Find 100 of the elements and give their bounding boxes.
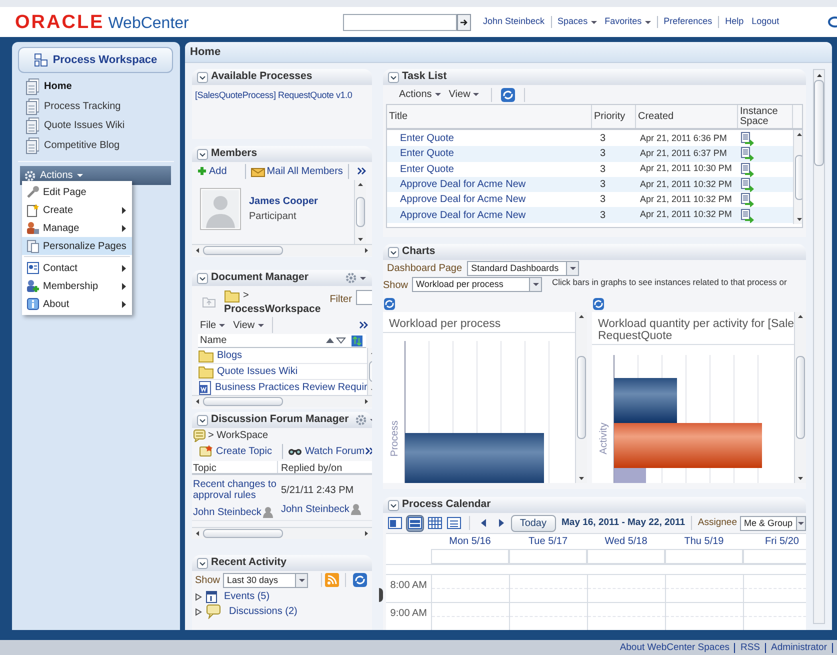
table-cell-text: Apr 21, 2011 10:30 PM	[640, 162, 732, 176]
task-link[interactable]: Enter Quote	[400, 133, 454, 144]
product-name: WebCenter	[108, 16, 189, 32]
folder-path: ProcessWorkspace	[224, 303, 321, 315]
chart-hint: Click bars in graphs to see instances related to that process or	[552, 277, 788, 287]
portlet-title: Members	[211, 146, 258, 162]
nav-link[interactable]: Preferences	[660, 15, 716, 29]
day-header[interactable]: Thu 5/19	[665, 534, 743, 549]
chart-title: Workload per process	[389, 318, 502, 330]
column-header[interactable]: Topic	[192, 460, 278, 473]
footer-link[interactable]: Administrator	[766, 642, 833, 652]
nav-link[interactable]: Help	[721, 15, 748, 29]
file-row[interactable]: Quote Issues Wiki	[198, 364, 368, 380]
table-row[interactable]: Approve Deal for Acme New 3 Apr 21, 2011 10:32 PM	[387, 207, 793, 223]
menu-item[interactable]: Edit Page	[22, 183, 132, 201]
dropdown-field[interactable]: Workload per process	[412, 277, 542, 292]
table-cell-text: 3	[599, 178, 607, 192]
topic-link[interactable]: Recent changes to approval rules	[193, 478, 278, 501]
table-cell-text: Apr 21, 2011 10:32 PM	[640, 193, 732, 206]
brand-logo-text: ORACLE	[15, 12, 104, 32]
task-link[interactable]: Approve Deal for Acme New	[400, 194, 526, 206]
axis-label: Process	[388, 420, 402, 456]
page-title: Home	[190, 44, 221, 60]
column-header[interactable]: Title	[387, 105, 592, 128]
nav-menu[interactable]: Favorites	[600, 15, 655, 29]
table-cell-text: Apr 21, 2011 10:32 PM	[640, 178, 732, 191]
menu-item[interactable]: Membership	[22, 277, 132, 295]
nav-link[interactable]: John Steinbeck	[479, 15, 549, 29]
dropdown-field[interactable]: Me & Group	[740, 516, 806, 530]
toolbar-link[interactable]: Create Topic	[199, 444, 272, 459]
reply-date: 5/21/11 2:43 PM	[281, 484, 355, 498]
day-header[interactable]: Mon 5/16	[431, 534, 509, 549]
menu-item[interactable]: Manage	[22, 219, 132, 237]
menu-button[interactable]: View	[233, 318, 264, 332]
table-row[interactable]: Enter Quote 3 Apr 21, 2011 6:37 PM	[387, 146, 793, 162]
portlet-title: Charts	[402, 244, 436, 260]
footer-link[interactable]: RSS	[735, 642, 766, 652]
activity-link[interactable]: Events (5)	[224, 589, 270, 604]
portlet-title: Recent Activity	[211, 555, 286, 570]
table-cell-text: 3	[599, 162, 607, 177]
dropdown-field[interactable]: Last 30 days	[223, 572, 308, 588]
page-link[interactable]: Process Tracking	[18, 96, 174, 116]
member-role: Participant	[249, 210, 298, 224]
task-link[interactable]: Approve Deal for Acme New	[400, 210, 526, 221]
table-cell-text: 3	[599, 208, 607, 223]
task-link[interactable]: Enter Quote	[400, 164, 454, 175]
day-header[interactable]: Fri 5/20	[743, 534, 806, 549]
portlet-title: Task List	[402, 69, 447, 84]
page-link[interactable]: Home	[18, 77, 174, 96]
day-header[interactable]: Tue 5/17	[509, 534, 587, 549]
toolbar-link[interactable]: Mail All Members	[244, 164, 349, 178]
table-cell-text: Apr 21, 2011 6:36 PM	[640, 132, 727, 145]
table-cell-text: 3	[599, 193, 607, 208]
menu-item[interactable]: About	[22, 295, 132, 313]
footer-link[interactable]: About WebCenter Spaces	[614, 642, 736, 652]
dropdown-field[interactable]: Standard Dashboards	[467, 260, 580, 276]
path-separator: >	[243, 289, 249, 303]
time-label: 8:00 AM	[389, 579, 428, 593]
date-range: May 16, 2011 - May 22, 2011	[562, 516, 686, 530]
page-link[interactable]: Competitive Blog	[18, 136, 174, 155]
today-button[interactable]: Today	[510, 514, 556, 532]
axis-label: Activity	[598, 422, 610, 454]
column-header[interactable]: Created	[636, 105, 738, 128]
filter-label: Filter	[330, 293, 352, 307]
time-label: 9:00 AM	[389, 607, 428, 621]
menu-button[interactable]: View	[448, 87, 480, 102]
author-link[interactable]: John Steinbeck	[193, 504, 262, 520]
workspace-button[interactable]: Process Workspace	[18, 47, 173, 73]
menu-button[interactable]: File	[200, 318, 226, 332]
process-link[interactable]: [SalesQuoteProcess] RequestQuote v1.0	[195, 89, 352, 102]
activity-link[interactable]: Discussions (2)	[229, 604, 298, 619]
portlet-title: Available Processes	[211, 69, 312, 84]
toolbar-link[interactable]: Watch Forum	[282, 444, 365, 459]
author-link[interactable]: John Steinbeck	[281, 502, 350, 517]
column-header[interactable]: Instance Space	[738, 105, 793, 128]
task-link[interactable]: Enter Quote	[400, 148, 454, 160]
member-name-link[interactable]: James Cooper	[249, 194, 318, 209]
menu-item[interactable]: Create	[22, 201, 132, 219]
task-link[interactable]: Approve Deal for Acme New	[400, 179, 526, 190]
nav-menu[interactable]: Spaces	[554, 15, 601, 29]
column-header[interactable]: Replied by/on	[278, 460, 342, 473]
forum-path: > WorkSpace	[208, 428, 268, 442]
column-header[interactable]: Priority	[592, 105, 636, 128]
table-cell-text: 3	[599, 147, 607, 162]
menu-item[interactable]: Contact	[22, 259, 132, 277]
nav-link[interactable]: Logout	[748, 15, 784, 29]
file-row[interactable]: Blogs	[198, 348, 368, 364]
portlet-title: Document Manager	[211, 270, 308, 286]
page-link[interactable]: Quote Issues Wiki	[18, 116, 174, 136]
portlet-title: Discussion Forum Manager	[211, 412, 349, 428]
portlet-title: Process Calendar	[402, 497, 491, 512]
dashboard-label: Dashboard Page	[387, 262, 462, 276]
toolbar-link[interactable]: Add	[197, 164, 227, 178]
chart-title: RequestQuote	[598, 330, 674, 342]
assignee-label: Assignee	[698, 516, 737, 530]
day-header[interactable]: Wed 5/18	[587, 534, 665, 549]
menu-button[interactable]: Actions	[399, 87, 441, 102]
table-row[interactable]: Approve Deal for Acme New 3 Apr 21, 2011 10:32 PM	[387, 176, 793, 192]
menu-item[interactable]: Personalize Pages	[22, 237, 132, 255]
chart-title: Workload quantity per activity for [Sale	[598, 318, 794, 330]
